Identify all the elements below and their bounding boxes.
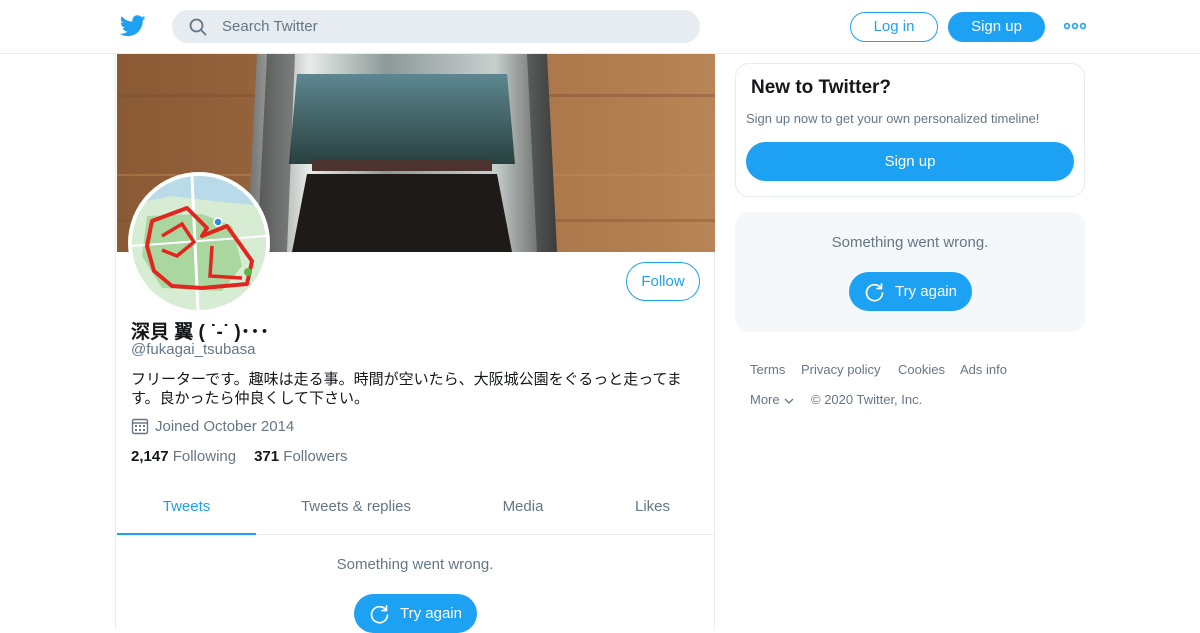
sidebar-signup-button[interactable]: Sign up xyxy=(746,142,1074,181)
sidebar-error-card: Something went wrong. Try again xyxy=(735,212,1085,332)
try-again-label: Try again xyxy=(895,283,957,300)
chevron-down-icon xyxy=(784,398,794,404)
signup-promo-title: New to Twitter? xyxy=(751,77,892,98)
follow-button[interactable]: Follow xyxy=(626,262,700,301)
refresh-icon xyxy=(370,605,389,624)
timeline-error-message: Something went wrong. xyxy=(336,556,494,573)
try-again-label: Try again xyxy=(400,605,462,622)
followers-count: 371 xyxy=(254,448,280,465)
profile-tabs: Tweets Tweets & replies Media Likes xyxy=(117,487,715,535)
more-options-icon[interactable] xyxy=(1064,21,1086,31)
footer-more-menu[interactable]: More xyxy=(750,392,795,407)
tab-likes[interactable]: Likes xyxy=(590,487,715,535)
following-count: 2,147 xyxy=(131,448,169,465)
signup-promo-subtitle: Sign up now to get your own personalized… xyxy=(746,111,1040,126)
signup-button[interactable]: Sign up xyxy=(948,12,1045,42)
footer-copyright: © 2020 Twitter, Inc. xyxy=(811,392,923,407)
followers-link[interactable]: 371 Followers xyxy=(254,448,347,465)
search-icon xyxy=(189,18,207,36)
search-bar[interactable] xyxy=(172,10,700,43)
following-link[interactable]: 2,147 Following xyxy=(131,448,236,465)
footer-link-privacy[interactable]: Privacy policy xyxy=(801,362,880,377)
sidebar-try-again-button[interactable]: Try again xyxy=(849,272,972,311)
footer-link-ads-info[interactable]: Ads info xyxy=(960,362,1007,377)
profile-column: Follow 深貝 翼 ( ˙-˙ )･･･ @fukagai_tsubasa … xyxy=(115,54,715,633)
calendar-icon xyxy=(131,418,149,435)
tab-media[interactable]: Media xyxy=(456,487,590,535)
sidebar-error-message: Something went wrong. xyxy=(831,234,989,251)
profile-join-date: Joined October 2014 xyxy=(131,417,294,435)
profile-stats: 2,147 Following 371 Followers xyxy=(131,448,347,465)
profile-display-name: 深貝 翼 ( ˙-˙ )･･･ xyxy=(131,322,270,343)
timeline-try-again-button[interactable]: Try again xyxy=(354,594,477,633)
profile-avatar[interactable] xyxy=(128,172,270,314)
tab-tweets-replies[interactable]: Tweets & replies xyxy=(256,487,456,535)
profile-handle[interactable]: @fukagai_tsubasa xyxy=(131,341,255,358)
footer-more-label: More xyxy=(750,392,780,407)
login-button[interactable]: Log in xyxy=(850,12,938,42)
footer-link-cookies[interactable]: Cookies xyxy=(898,362,945,377)
profile-bio: フリーターです。趣味は走る事。時間が空いたら、大阪城公園をぐるっと走ってます。良… xyxy=(131,371,682,407)
footer-link-terms[interactable]: Terms xyxy=(750,362,785,377)
signup-promo-card: New to Twitter? Sign up now to get your … xyxy=(735,63,1085,197)
top-navigation-bar: Log in Sign up xyxy=(0,0,1200,54)
refresh-icon xyxy=(865,283,884,302)
following-label: Following xyxy=(172,448,237,465)
followers-label: Followers xyxy=(283,448,348,465)
search-input[interactable] xyxy=(222,10,682,43)
twitter-bird-icon[interactable] xyxy=(120,14,146,38)
join-date-text: Joined October 2014 xyxy=(155,418,295,435)
tab-tweets[interactable]: Tweets xyxy=(117,487,256,535)
